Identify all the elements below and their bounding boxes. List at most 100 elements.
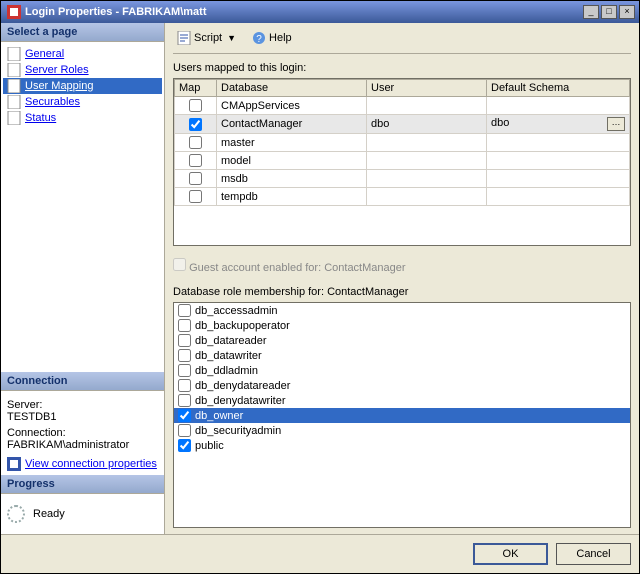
page-icon <box>7 111 21 125</box>
col-default-schema[interactable]: Default Schema <box>487 80 630 97</box>
maximize-button[interactable]: □ <box>601 5 617 19</box>
table-row[interactable]: tempdb <box>175 188 630 206</box>
role-checkbox[interactable] <box>178 319 191 332</box>
role-checkbox[interactable] <box>178 364 191 377</box>
role-label: db_owner <box>195 410 243 422</box>
role-checkbox[interactable] <box>178 394 191 407</box>
help-button[interactable]: ? Help <box>248 29 296 47</box>
cell-schema[interactable] <box>487 97 630 115</box>
schema-browse-button[interactable]: … <box>607 117 625 131</box>
role-item[interactable]: db_owner <box>174 408 630 423</box>
role-checkbox[interactable] <box>178 439 191 452</box>
connection-value: FABRIKAM\administrator <box>7 439 158 451</box>
table-row[interactable]: master <box>175 134 630 152</box>
cell-schema[interactable] <box>487 152 630 170</box>
col-database[interactable]: Database <box>217 80 367 97</box>
window-icon <box>7 5 21 19</box>
cell-user[interactable]: dbo <box>367 115 487 134</box>
close-button[interactable]: × <box>619 5 635 19</box>
titlebar[interactable]: Login Properties - FABRIKAM\matt _ □ × <box>1 1 639 23</box>
cell-user[interactable] <box>367 188 487 206</box>
table-row[interactable]: msdb <box>175 170 630 188</box>
page-user-mapping[interactable]: User Mapping <box>3 78 162 94</box>
role-label: db_denydatareader <box>195 380 290 392</box>
role-item[interactable]: db_denydatareader <box>174 378 630 393</box>
properties-icon <box>7 457 21 471</box>
minimize-button[interactable]: _ <box>583 5 599 19</box>
map-checkbox[interactable] <box>189 172 202 185</box>
page-icon <box>7 79 21 93</box>
role-item[interactable]: db_securityadmin <box>174 423 630 438</box>
page-general[interactable]: General <box>3 46 162 62</box>
view-connection-properties-link[interactable]: View connection properties <box>25 458 157 470</box>
role-checkbox[interactable] <box>178 379 191 392</box>
login-properties-window: Login Properties - FABRIKAM\matt _ □ × S… <box>0 0 640 574</box>
chevron-down-icon: ▼ <box>227 33 236 43</box>
cell-database[interactable]: master <box>217 134 367 152</box>
sidebar: Select a page General Server Roles User … <box>1 23 165 534</box>
server-label: Server: <box>7 399 158 411</box>
role-item[interactable]: db_ddladmin <box>174 363 630 378</box>
map-checkbox[interactable] <box>189 118 202 131</box>
map-checkbox[interactable] <box>189 190 202 203</box>
role-item[interactable]: db_datareader <box>174 333 630 348</box>
cell-user[interactable] <box>367 152 487 170</box>
cell-database[interactable]: CMAppServices <box>217 97 367 115</box>
map-checkbox[interactable] <box>189 154 202 167</box>
select-page-header: Select a page <box>1 23 164 42</box>
col-map[interactable]: Map <box>175 80 217 97</box>
role-membership-list[interactable]: db_accessadmindb_backupoperator db_datare… <box>173 302 631 528</box>
script-button[interactable]: Script ▼ <box>173 29 240 47</box>
page-icon <box>7 47 21 61</box>
page-server-roles[interactable]: Server Roles <box>3 62 162 78</box>
role-checkbox[interactable] <box>178 349 191 362</box>
connection-label: Connection: <box>7 427 158 439</box>
table-row[interactable]: ContactManagerdbodbo… <box>175 115 630 134</box>
role-membership-label: Database role membership for: ContactMan… <box>173 286 631 298</box>
help-icon: ? <box>252 31 266 45</box>
cell-schema[interactable]: dbo… <box>487 115 630 134</box>
role-item[interactable]: db_datawriter <box>174 348 630 363</box>
cell-schema[interactable] <box>487 134 630 152</box>
table-row[interactable]: CMAppServices <box>175 97 630 115</box>
progress-spinner-icon <box>7 505 25 523</box>
role-checkbox[interactable] <box>178 409 191 422</box>
page-list: General Server Roles User Mapping Secura… <box>1 42 164 130</box>
cancel-button[interactable]: Cancel <box>556 543 631 565</box>
role-label: db_datareader <box>195 335 267 347</box>
connection-header: Connection <box>1 372 164 391</box>
content-area: Script ▼ ? Help Users mapped to this log… <box>165 23 639 534</box>
progress-header: Progress <box>1 475 164 494</box>
page-status[interactable]: Status <box>3 110 162 126</box>
cell-database[interactable]: model <box>217 152 367 170</box>
map-checkbox[interactable] <box>189 136 202 149</box>
page-securables[interactable]: Securables <box>3 94 162 110</box>
cell-database[interactable]: ContactManager <box>217 115 367 134</box>
window-title: Login Properties - FABRIKAM\matt <box>25 6 207 18</box>
cell-database[interactable]: tempdb <box>217 188 367 206</box>
cell-user[interactable] <box>367 170 487 188</box>
role-checkbox[interactable] <box>178 304 191 317</box>
cell-schema[interactable] <box>487 188 630 206</box>
role-item[interactable]: public <box>174 438 630 453</box>
role-item[interactable]: db_accessadmin <box>174 303 630 318</box>
role-checkbox[interactable] <box>178 334 191 347</box>
role-item[interactable]: db_backupoperator <box>174 318 630 333</box>
role-label: db_accessadmin <box>195 305 278 317</box>
role-checkbox[interactable] <box>178 424 191 437</box>
cell-user[interactable] <box>367 97 487 115</box>
cell-database[interactable]: msdb <box>217 170 367 188</box>
col-user[interactable]: User <box>367 80 487 97</box>
cell-schema[interactable] <box>487 170 630 188</box>
guest-account-checkbox <box>173 258 186 271</box>
map-checkbox[interactable] <box>189 99 202 112</box>
script-icon <box>177 31 191 45</box>
users-mapped-grid[interactable]: Map Database User Default Schema CMAppSe… <box>173 78 631 246</box>
role-item[interactable]: db_denydatawriter <box>174 393 630 408</box>
page-icon <box>7 63 21 77</box>
ok-button[interactable]: OK <box>473 543 548 565</box>
users-mapped-label: Users mapped to this login: <box>173 62 631 74</box>
server-value: TESTDB1 <box>7 411 158 423</box>
cell-user[interactable] <box>367 134 487 152</box>
table-row[interactable]: model <box>175 152 630 170</box>
